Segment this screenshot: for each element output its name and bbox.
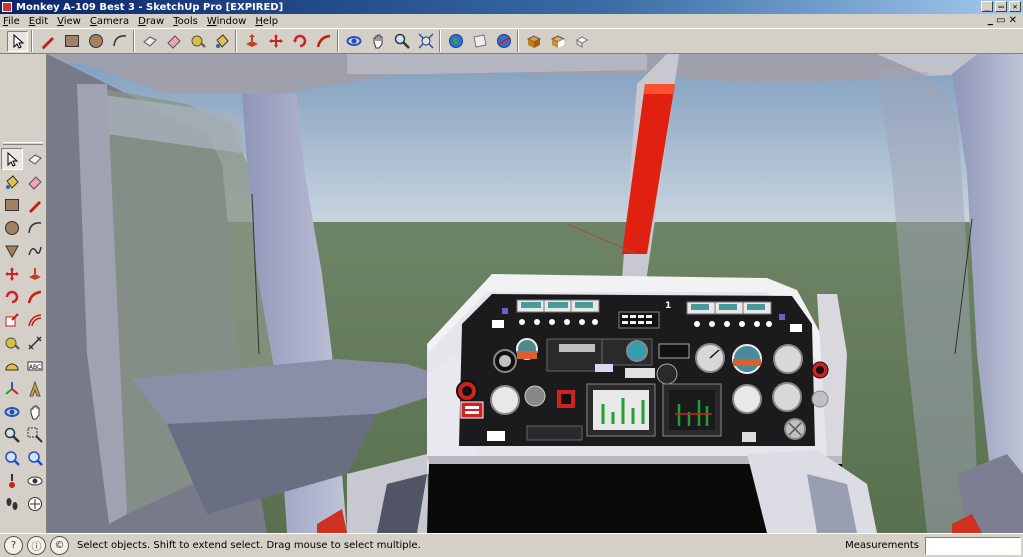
pan-icon[interactable] — [367, 31, 388, 52]
share-component-icon[interactable] — [571, 31, 592, 52]
walk-icon[interactable] — [1, 493, 23, 515]
section-plane-icon[interactable] — [24, 493, 46, 515]
get-models-icon[interactable] — [523, 31, 544, 52]
modify-group — [236, 30, 338, 52]
rotate-icon[interactable] — [289, 31, 310, 52]
menu-draw[interactable]: Draw — [138, 16, 164, 27]
paint-bucket-icon[interactable] — [211, 31, 232, 52]
look-around-icon[interactable] — [24, 470, 46, 492]
svg-text:ABC: ABC — [29, 364, 41, 371]
instructor-icon[interactable]: © — [50, 536, 69, 555]
sketchup-window: Monkey A-109 Best 3 - SketchUp Pro [EXPI… — [0, 0, 1023, 557]
push-pull-icon[interactable] — [24, 263, 46, 285]
share-model-icon[interactable] — [493, 31, 514, 52]
zoom-window-icon[interactable] — [24, 424, 46, 446]
document-window-controls[interactable]: _ ▭ ✕ — [988, 15, 1017, 26]
restore-button[interactable]: ▭ — [995, 1, 1007, 12]
move-icon[interactable] — [1, 263, 23, 285]
arc-icon[interactable] — [24, 217, 46, 239]
menu-tools[interactable]: Tools — [173, 16, 198, 27]
draw-group — [32, 30, 134, 52]
eraser-icon[interactable] — [24, 171, 46, 193]
menu-bar: File Edit View Camera Draw Tools Window … — [0, 14, 1023, 28]
dimension-icon[interactable] — [24, 332, 46, 354]
pencil-icon[interactable] — [37, 31, 58, 52]
select-group — [3, 30, 32, 52]
zoom-icon[interactable] — [391, 31, 412, 52]
window-controls: _ ▭ ✕ — [981, 1, 1021, 12]
status-message: Select objects. Shift to extend select. … — [77, 540, 421, 551]
select-icon[interactable] — [7, 30, 28, 52]
edit-group — [134, 30, 236, 52]
title-bar: Monkey A-109 Best 3 - SketchUp Pro [EXPI… — [0, 0, 1023, 14]
push-pull-icon[interactable] — [241, 31, 262, 52]
menu-file[interactable]: File — [3, 16, 20, 27]
follow-me-icon[interactable] — [313, 31, 334, 52]
pan-icon[interactable] — [24, 401, 46, 423]
zoom-extents-icon[interactable] — [415, 31, 436, 52]
menu-window[interactable]: Window — [207, 16, 246, 27]
select-icon[interactable] — [1, 148, 23, 170]
geo-group — [440, 30, 518, 52]
text-icon[interactable]: ABC — [24, 355, 46, 377]
paint-bucket-icon[interactable] — [1, 171, 23, 193]
3d-text-icon[interactable] — [24, 378, 46, 400]
make-component-icon[interactable] — [24, 148, 46, 170]
menu-help[interactable]: Help — [255, 16, 278, 27]
sketchup-app-icon — [2, 2, 12, 12]
tape-measure-icon[interactable] — [1, 332, 23, 354]
protractor-icon[interactable] — [1, 355, 23, 377]
arc-icon[interactable] — [109, 31, 130, 52]
rectangle-icon[interactable] — [61, 31, 82, 52]
freehand-icon[interactable] — [24, 240, 46, 262]
polygon-icon[interactable] — [1, 240, 23, 262]
close-button[interactable]: ✕ — [1009, 1, 1021, 12]
warehouse-group — [518, 30, 596, 52]
camera-group — [338, 30, 440, 52]
minimize-button[interactable]: _ — [981, 1, 993, 12]
move-icon[interactable] — [265, 31, 286, 52]
toolbar-grip[interactable] — [3, 142, 43, 145]
orbit-icon[interactable] — [343, 31, 364, 52]
rectangle-icon[interactable] — [1, 194, 23, 216]
position-camera-icon[interactable] — [1, 470, 23, 492]
menu-edit[interactable]: Edit — [29, 16, 48, 27]
menu-camera[interactable]: Camera — [90, 16, 129, 27]
geolocation-icon[interactable]: ? — [4, 536, 23, 555]
offset-icon[interactable] — [24, 309, 46, 331]
gauge-label: 1 — [665, 301, 671, 311]
previous-view-icon[interactable] — [1, 447, 23, 469]
3d-viewport[interactable]: 1 — [47, 54, 1023, 533]
menu-view[interactable]: View — [57, 16, 81, 27]
circle-icon[interactable] — [1, 217, 23, 239]
radio-stack-right — [686, 301, 772, 327]
orbit-icon[interactable] — [1, 401, 23, 423]
next-view-icon[interactable] — [24, 447, 46, 469]
measurements-field[interactable] — [925, 536, 1021, 555]
circle-icon[interactable] — [85, 31, 106, 52]
warehouse-icon[interactable] — [547, 31, 568, 52]
follow-me-icon[interactable] — [24, 286, 46, 308]
rotate-icon[interactable] — [1, 286, 23, 308]
main-toolbar — [0, 28, 1023, 54]
tape-measure-icon[interactable] — [187, 31, 208, 52]
measurements-label: Measurements — [845, 540, 919, 551]
component-icon[interactable] — [139, 31, 160, 52]
place-model-icon[interactable] — [469, 31, 490, 52]
large-tool-set: ABC — [0, 54, 47, 533]
credits-icon[interactable]: ⓘ — [27, 536, 46, 555]
axes-icon[interactable] — [1, 378, 23, 400]
eraser-icon[interactable] — [163, 31, 184, 52]
cockpit-scene: 1 — [47, 54, 1023, 533]
window-title: Monkey A-109 Best 3 - SketchUp Pro [EXPI… — [16, 1, 284, 13]
scale-icon[interactable] — [1, 309, 23, 331]
globe-icon[interactable] — [445, 31, 466, 52]
zoom-icon[interactable] — [1, 424, 23, 446]
status-bar: ? ⓘ © Select objects. Shift to extend se… — [0, 533, 1023, 557]
line-icon[interactable] — [24, 194, 46, 216]
left-tool-grid: ABC — [0, 148, 47, 515]
